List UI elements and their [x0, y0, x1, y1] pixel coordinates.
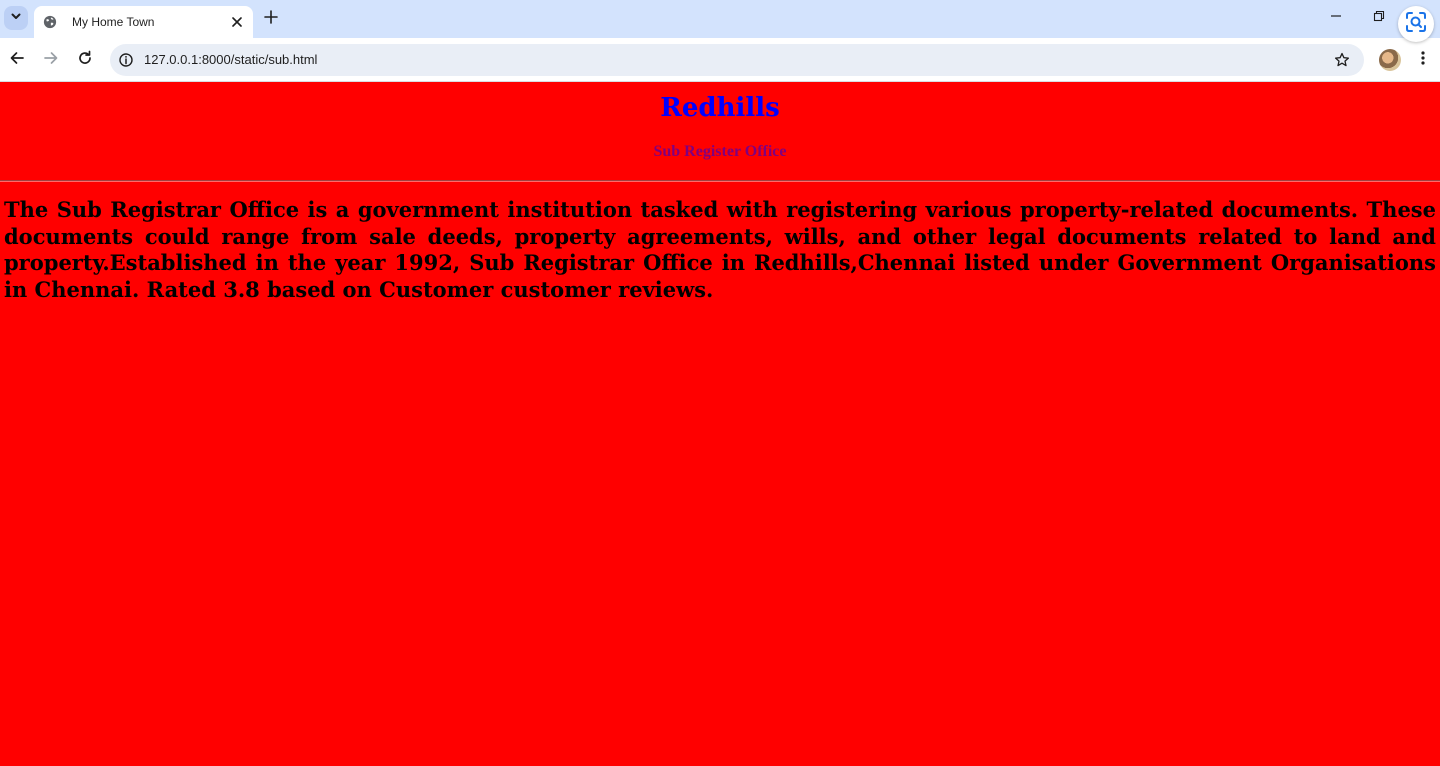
browser-menu-button[interactable]	[1413, 50, 1433, 70]
forward-button[interactable]	[41, 50, 61, 70]
restore-button[interactable]	[1369, 8, 1389, 28]
divider	[0, 180, 1440, 182]
bookmark-star-icon[interactable]	[1332, 50, 1352, 70]
page-title: Redhills	[660, 93, 780, 123]
arrow-right-icon	[43, 50, 59, 71]
arrow-left-icon	[9, 50, 25, 71]
profile-avatar[interactable]	[1379, 49, 1401, 71]
reload-icon	[77, 50, 93, 71]
more-vertical-icon	[1421, 50, 1425, 71]
minimize-button[interactable]	[1326, 8, 1346, 28]
tab-search-button[interactable]	[4, 6, 28, 30]
site-info-icon[interactable]	[118, 52, 134, 68]
new-tab-button[interactable]	[261, 9, 281, 29]
google-lens-button[interactable]	[1398, 6, 1434, 42]
reload-button[interactable]	[75, 50, 95, 70]
chevron-down-icon	[10, 9, 22, 27]
page-subtitle: Sub Register Office	[653, 143, 787, 160]
web-page-content: Redhills Sub Register Office The Sub Reg…	[0, 82, 1440, 766]
tab-title: My Home Town	[72, 15, 155, 29]
browser-toolbar: 127.0.0.1:8000/static/sub.html	[0, 38, 1440, 82]
tab-strip: My Home Town	[0, 0, 1440, 38]
browser-tab[interactable]: My Home Town	[34, 6, 253, 38]
close-tab-icon[interactable]	[227, 12, 247, 32]
back-button[interactable]	[7, 50, 27, 70]
lens-icon	[1405, 11, 1427, 38]
description-paragraph: The Sub Registrar Office is a government…	[4, 197, 1436, 302]
globe-icon	[42, 14, 58, 30]
url-text[interactable]: 127.0.0.1:8000/static/sub.html	[144, 52, 317, 67]
plus-icon	[264, 9, 278, 29]
address-bar[interactable]: 127.0.0.1:8000/static/sub.html	[110, 44, 1364, 76]
minimize-icon	[1330, 9, 1342, 27]
restore-icon	[1373, 9, 1385, 27]
